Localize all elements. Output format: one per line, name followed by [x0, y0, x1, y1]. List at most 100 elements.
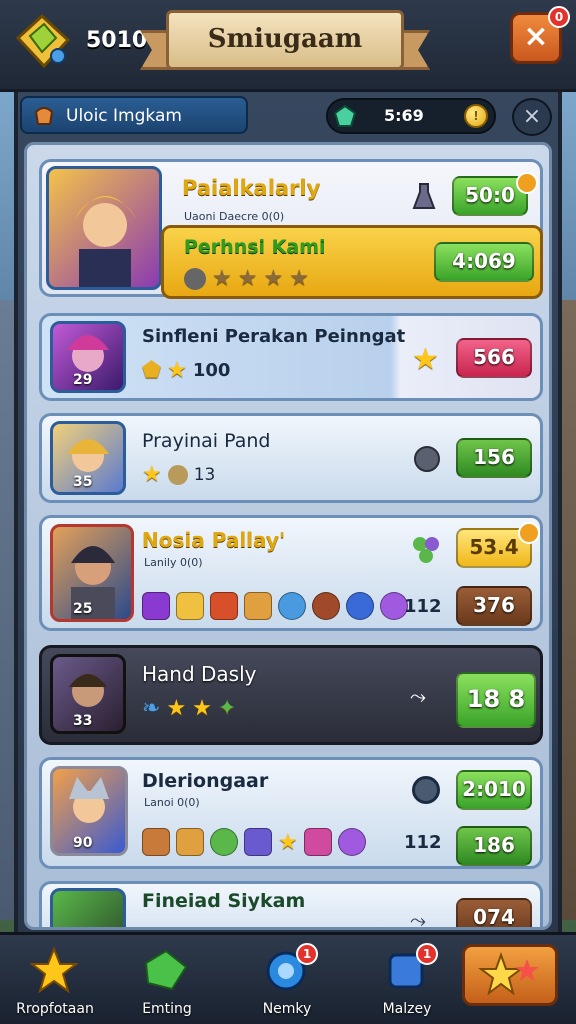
nav-label: Rropfotaan	[16, 1001, 94, 1017]
offer-stats: ★ 13	[142, 462, 215, 487]
star-icon: ★	[263, 266, 284, 291]
pouch-icon	[34, 107, 54, 125]
item-icon	[278, 592, 306, 620]
offer-price-button[interactable]: 566	[456, 338, 532, 378]
category-tab[interactable]: Uloic Imgkam	[20, 96, 248, 134]
item-icon	[176, 828, 204, 856]
offer-price-button[interactable]: 18 8	[456, 672, 536, 728]
close-badge: 0	[548, 6, 570, 28]
title-banner: Smiugaam	[140, 10, 430, 74]
hero-level: 25	[73, 601, 93, 617]
nav-item-rewards[interactable]: Rropfotaan	[0, 943, 110, 1023]
item-icon	[303, 828, 332, 856]
offer-name: Dleriongaar	[142, 770, 269, 792]
offer-card-7[interactable]: Fineiad Siykam ⤳ 074	[39, 881, 543, 930]
stat-value: 13	[193, 464, 216, 485]
coin-icon[interactable]: !	[464, 104, 488, 128]
hero-portrait: 25	[50, 524, 134, 622]
potion-icon	[412, 183, 436, 209]
reward-items	[142, 592, 408, 620]
hero-level: 33	[73, 713, 93, 729]
offer-price-button[interactable]: 156	[456, 438, 532, 478]
ring-icon	[412, 776, 440, 804]
offer-list[interactable]: Paialkalarly Uaoni Daecre 0(0) 50:0 Perh…	[24, 142, 552, 930]
hero-portrait	[50, 888, 126, 927]
nav-label: Emting	[142, 1001, 192, 1017]
hero-portrait: 33	[50, 654, 126, 734]
item-icon	[244, 592, 272, 620]
nav-label: Malzey	[382, 1001, 432, 1017]
stat-value: 100	[192, 360, 231, 381]
shield-icon: ⬟	[142, 358, 162, 383]
star-icon: ★	[412, 342, 439, 377]
item-icon	[176, 592, 204, 620]
item-icon	[312, 592, 340, 620]
star-icon: ★	[237, 266, 258, 291]
hero-portrait: 35	[50, 421, 126, 495]
hero-level: 90	[73, 835, 93, 851]
gem-icon	[334, 105, 356, 127]
coin-icon	[167, 464, 188, 485]
hero-portrait: 29	[50, 321, 126, 393]
page-title: Smiugaam	[207, 24, 363, 54]
offer-second-price-button[interactable]: 376	[456, 586, 532, 626]
ring-icon	[414, 446, 440, 472]
sword-icon: ⤳	[410, 684, 426, 708]
offer-name: Nosia Pallay'	[142, 528, 286, 552]
offer-subtitle: Uaoni Daecre 0(0)	[184, 210, 285, 223]
offer-card-5[interactable]: 33 Hand Dasly ❧ ★ ★ ✦ ⤳ 18 8	[39, 645, 543, 745]
offer-subtitle: Lanoi 0(0)	[144, 796, 200, 809]
item-count: 112	[404, 596, 442, 617]
offer-name: Paialkalarly	[182, 176, 321, 200]
offer-badge	[516, 172, 538, 194]
star-icon: ★	[166, 696, 187, 721]
offer-subtitle: Lanily 0(0)	[144, 556, 203, 569]
subrow-name: Perhnsi Kami	[184, 236, 326, 258]
nav-label: Nemky	[262, 1001, 312, 1017]
top-bar: 50100 Smiugaam × 0	[0, 0, 576, 92]
star-icon: ★	[142, 462, 162, 487]
item-icon	[210, 592, 238, 620]
item-icon	[210, 828, 238, 856]
item-icon	[142, 828, 170, 856]
item-icon	[337, 828, 366, 856]
reward-items: ★	[142, 828, 366, 856]
offer-price-button[interactable]: 2:010	[456, 770, 532, 810]
offer-second-price-button[interactable]: 186	[456, 826, 532, 866]
offer-name: Hand Dasly	[142, 662, 257, 686]
subrow-price-button[interactable]: 4:069	[434, 242, 534, 282]
ring-icon	[184, 267, 206, 290]
reward-stars: ★ ★ ★ ★	[184, 266, 309, 291]
star-icon	[30, 947, 78, 993]
nav-item-emting[interactable]: Emting	[112, 943, 222, 1023]
feather-icon: ❧	[142, 696, 161, 721]
offer-stats: ⬟ ★ 100	[142, 358, 230, 383]
category-label: Uloic Imgkam	[66, 106, 182, 126]
item-icon	[244, 828, 272, 856]
offer-badge	[518, 522, 540, 544]
item-icon	[142, 592, 170, 620]
stars-icon	[478, 952, 539, 996]
nav-badge: 1	[296, 943, 318, 965]
offer-name: Prayinai Pand	[142, 430, 271, 452]
settings-close-button[interactable]: ×	[512, 98, 552, 136]
hero-portrait: 90	[50, 766, 128, 856]
gem-value: 5:69	[384, 106, 424, 125]
nav-badge: 1	[416, 943, 438, 965]
offer-card-3[interactable]: 35 Prayinai Pand ★ 13 156	[39, 413, 543, 503]
offer-price-button[interactable]: 074	[456, 898, 532, 927]
nav-item-nemky[interactable]: 1 Nemky	[232, 943, 342, 1023]
nav-item-malzey[interactable]: 1 Malzey	[352, 943, 462, 1023]
offer-card-4[interactable]: 25 Nosia Pallay' Lanily 0(0) 53.4 112 37…	[39, 515, 543, 631]
offer-card-2[interactable]: 29 Sinfleni Perakan Peinngat ⬟ ★ 100 ★ 5…	[39, 313, 543, 401]
star-icon: ★	[289, 266, 309, 291]
item-count: 112	[404, 832, 442, 853]
gold-crystal-icon	[15, 13, 71, 69]
hero-level: 29	[73, 372, 93, 388]
featured-action-button[interactable]	[462, 944, 558, 1006]
offer-card-6[interactable]: 90 Dleriongaar Lanoi 0(0) 2:010 ★ 112 18…	[39, 757, 543, 869]
star-icon: ★	[278, 829, 298, 855]
sword-icon: ⤳	[410, 908, 426, 930]
gem-icon: ✦	[217, 696, 237, 721]
offer-subrow[interactable]: Perhnsi Kami ★ ★ ★ ★ 4:069	[161, 225, 543, 299]
